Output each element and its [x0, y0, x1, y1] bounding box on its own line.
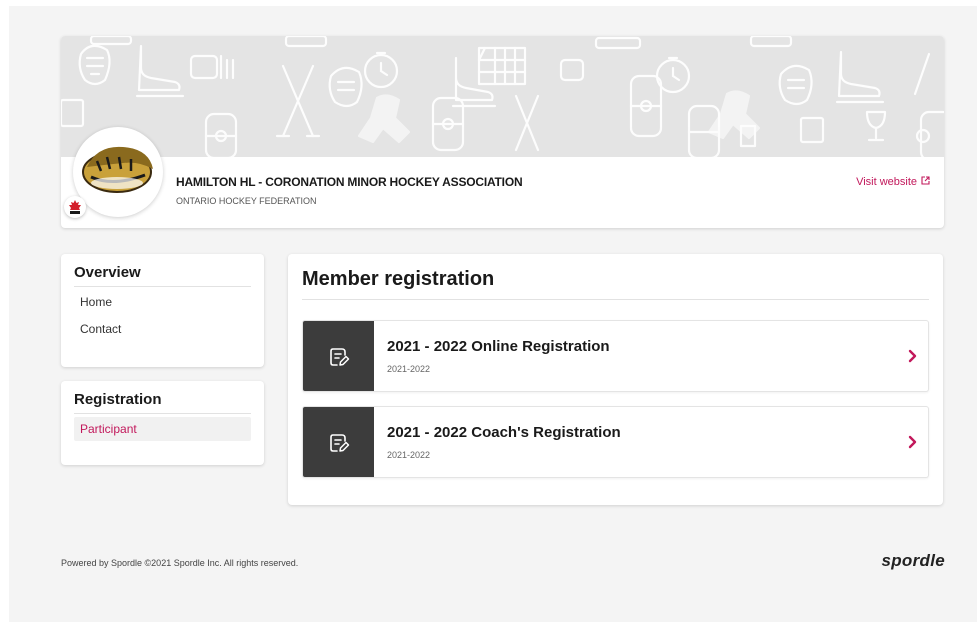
chevron-right-icon [908, 435, 918, 454]
chevron-right-icon [908, 349, 918, 368]
federation-name: ONTARIO HOCKEY FEDERATION [176, 196, 317, 206]
sidebar-item-home[interactable]: Home [74, 290, 251, 314]
external-link-icon [921, 176, 930, 188]
registration-season-online: 2021-2022 [387, 364, 431, 374]
banner-pattern [61, 36, 944, 157]
footer-copyright: Powered by Spordle ©2021 Spordle Inc. Al… [61, 558, 299, 568]
registration-season-coach: 2021-2022 [387, 450, 431, 460]
page-background: HAMILTON HL - CORONATION MINOR HOCKEY AS… [9, 6, 977, 622]
hockey-pattern-banner [61, 36, 944, 157]
member-registration-card: Member registration 2021 - 2022 Online R… [288, 254, 943, 505]
spordle-logo[interactable]: spordle [881, 551, 945, 571]
sidebar-item-participant[interactable]: Participant [74, 417, 251, 441]
overview-title: Overview [74, 264, 251, 287]
edit-document-icon [303, 407, 374, 477]
federation-logo [64, 196, 86, 218]
edit-document-icon [303, 321, 374, 391]
registration-title-coach: 2021 - 2022 Coach's Registration [387, 424, 621, 441]
visit-website-link[interactable]: Visit website [856, 176, 930, 188]
organization-logo [73, 127, 163, 217]
registration-title: Registration [74, 391, 251, 414]
sidebar-item-contact[interactable]: Contact [74, 317, 251, 341]
registration-item-coach[interactable]: 2021 - 2022 Coach's Registration 2021-20… [302, 406, 929, 478]
registration-title-online: 2021 - 2022 Online Registration [387, 338, 610, 355]
registration-item-online[interactable]: 2021 - 2022 Online Registration 2021-202… [302, 320, 929, 392]
overview-nav-card: Overview Home Contact [61, 254, 264, 367]
visit-website-label: Visit website [856, 176, 917, 188]
organization-header: HAMILTON HL - CORONATION MINOR HOCKEY AS… [61, 36, 944, 228]
registration-nav-card: Registration Participant [61, 381, 264, 465]
page-title: Member registration [302, 268, 929, 300]
organization-name: HAMILTON HL - CORONATION MINOR HOCKEY AS… [176, 175, 523, 189]
